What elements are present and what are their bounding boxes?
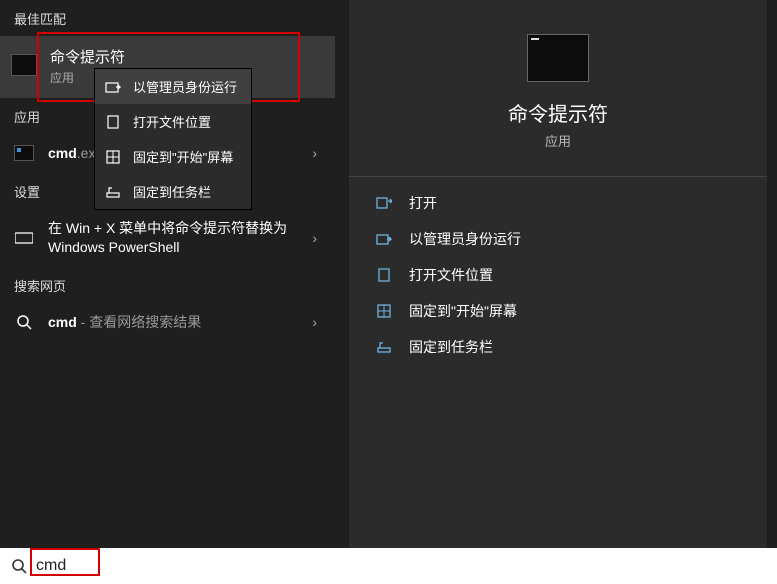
folder-icon — [375, 268, 393, 282]
best-match-title: 命令提示符 — [50, 46, 321, 67]
chevron-right-icon: › — [312, 230, 317, 246]
chevron-right-icon: › — [312, 145, 317, 161]
context-pin-to-taskbar[interactable]: 固定到任务栏 — [95, 174, 251, 209]
divider — [349, 176, 767, 177]
chevron-right-icon: › — [312, 314, 317, 330]
search-input[interactable] — [32, 552, 92, 580]
admin-shield-icon — [105, 80, 121, 94]
section-best-match: 最佳匹配 — [0, 0, 335, 36]
action-label: 固定到任务栏 — [409, 337, 493, 357]
pin-start-icon — [375, 304, 393, 318]
pin-taskbar-icon — [105, 185, 121, 199]
action-label: 固定到"开始"屏幕 — [409, 301, 517, 321]
search-bar — [0, 548, 777, 584]
section-web: 搜索网页 — [0, 267, 335, 303]
context-menu: 以管理员身份运行 打开文件位置 固定到"开始"屏幕 固定到任务栏 — [94, 68, 252, 210]
web-result-label: cmd - 查看网络搜索结果 — [48, 313, 321, 332]
context-label: 固定到任务栏 — [133, 182, 211, 201]
search-icon — [8, 558, 30, 574]
search-icon — [14, 313, 34, 331]
context-run-as-admin[interactable]: 以管理员身份运行 — [95, 69, 251, 104]
action-label: 打开 — [409, 193, 437, 213]
settings-result-item[interactable]: 在 Win + X 菜单中将命令提示符替换为 Windows PowerShel… — [0, 209, 335, 267]
cmd-exe-icon — [14, 144, 34, 162]
context-label: 固定到"开始"屏幕 — [133, 147, 233, 166]
cmd-app-icon — [11, 54, 37, 76]
action-open-file-location[interactable]: 打开文件位置 — [349, 257, 767, 293]
context-open-file-location[interactable]: 打开文件位置 — [95, 104, 251, 139]
open-icon — [375, 196, 393, 210]
settings-result-label: 在 Win + X 菜单中将命令提示符替换为 Windows PowerShel… — [48, 219, 321, 257]
context-label: 以管理员身份运行 — [133, 77, 237, 96]
preview-title: 命令提示符 — [349, 98, 767, 127]
context-pin-to-start[interactable]: 固定到"开始"屏幕 — [95, 139, 251, 174]
folder-icon — [105, 115, 121, 129]
preview-app-icon — [527, 34, 589, 82]
search-results-panel: 最佳匹配 命令提示符 应用 应用 cmd.exe › 设置 在 Win + X … — [0, 0, 335, 548]
action-run-as-admin[interactable]: 以管理员身份运行 — [349, 221, 767, 257]
pin-taskbar-icon — [375, 340, 393, 354]
action-label: 打开文件位置 — [409, 265, 493, 285]
preview-panel: 命令提示符 应用 打开 以管理员身份运行 打开文件位置 固定到"开始"屏幕 固定… — [349, 0, 767, 548]
action-pin-to-start[interactable]: 固定到"开始"屏幕 — [349, 293, 767, 329]
action-label: 以管理员身份运行 — [409, 229, 521, 249]
action-pin-to-taskbar[interactable]: 固定到任务栏 — [349, 329, 767, 365]
admin-shield-icon — [375, 232, 393, 246]
context-label: 打开文件位置 — [133, 112, 211, 131]
action-open[interactable]: 打开 — [349, 185, 767, 221]
pin-start-icon — [105, 150, 121, 164]
web-result-item[interactable]: cmd - 查看网络搜索结果 › — [0, 303, 335, 342]
preview-subtitle: 应用 — [349, 131, 767, 150]
settings-icon — [14, 230, 34, 246]
